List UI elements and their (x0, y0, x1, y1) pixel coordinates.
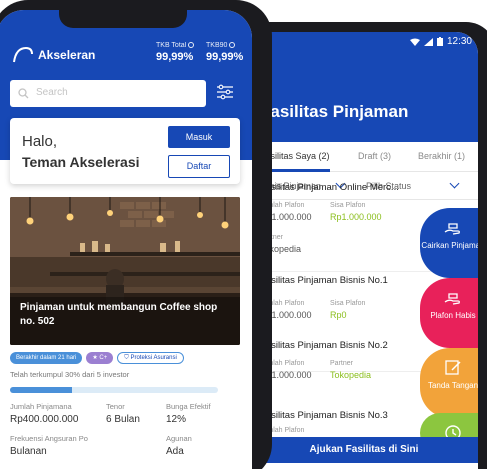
funding-progress-bar (10, 387, 218, 393)
logo-text: Akseleran (38, 48, 96, 62)
search-icon (18, 88, 29, 99)
loan-card[interactable]: Fasilitas Pinjaman Online Merc... Jumlah… (250, 172, 478, 278)
hand-money-icon (444, 293, 460, 305)
filter-icon[interactable] (216, 83, 234, 101)
shield-icon: ⛉ (124, 355, 129, 361)
sisa-plafon-label: Sisa Plafon (330, 202, 366, 209)
tkb-total-value: 99,99% (156, 51, 194, 63)
stat-label: Tenor (106, 402, 125, 411)
register-button[interactable]: Daftar (168, 155, 230, 178)
tab-bar: Fasilitas Saya (2) Draft (3) Berakhir (1… (250, 142, 478, 172)
stat-label: Agunan (166, 434, 192, 443)
stat-value: 6 Bulan (106, 414, 140, 425)
insurance-badge: ⛉ Proteksi Asuransi (117, 352, 184, 364)
funded-text: Telah terkumpul 30% dari 5 investor (10, 370, 130, 379)
stat-label: Bunga Efektif (166, 402, 211, 411)
funding-progress-fill (10, 387, 73, 393)
logo-icon (13, 46, 33, 63)
tkb-total-label: TKB Total (156, 42, 195, 49)
badge-label: Plafon Habis (430, 311, 476, 320)
status-time: 12:30 (446, 36, 472, 47)
greeting-line2: Teman Akselerasi (22, 154, 140, 170)
partner-value: Tokopedia (330, 370, 372, 380)
battery-icon (436, 37, 443, 46)
grade-badge: ★ C+ (86, 352, 114, 364)
back-phone-screen: 12:30 Fasilitas Pinjaman Fasilitas Saya … (250, 32, 478, 469)
front-phone-screen: Akseleran TKB Total 99,99% TKB90 99,99% … (0, 10, 252, 469)
plafon-habis-badge[interactable]: Plafon Habis (420, 278, 478, 348)
badge-label: Cairkan Pinjaman (421, 241, 478, 250)
loan-tags: Berakhir dalam 21 hari ★ C+ ⛉ Proteksi A… (10, 352, 184, 364)
loan-name: Fasilitas Pinjaman Online Merc... (260, 182, 399, 193)
info-icon[interactable] (229, 42, 236, 49)
tab-berakhir[interactable]: Berakhir (1) (418, 151, 465, 161)
signal-icon (423, 37, 433, 46)
loan-name: Fasilitas Pinjaman Bisnis No.2 (260, 340, 388, 351)
stat-value: Bulanan (10, 446, 47, 457)
tkb90-label: TKB90 (206, 42, 243, 49)
badge-label: Tanda Tangan (427, 381, 478, 390)
loan-name: Fasilitas Pinjaman Bisnis No.1 (260, 275, 388, 286)
status-bar: 12:30 (250, 32, 478, 52)
greeting-card: Halo, Teman Akselerasi Masuk Daftar (10, 118, 240, 184)
search-placeholder: Search (36, 87, 68, 98)
info-icon[interactable] (188, 42, 195, 49)
tkb90-value: 99,99% (206, 51, 244, 63)
stat-label: Frekuensi Angsuran Po (10, 434, 88, 443)
sisa-plafon-label: Sisa Plafon (330, 300, 366, 307)
login-button[interactable]: Masuk (168, 126, 230, 148)
loan-name: Fasilitas Pinjaman Bisnis No.3 (260, 410, 388, 421)
cairkan-pinjaman-button[interactable]: Cairkan Pinjaman (420, 208, 478, 278)
sisa-plafon-value: Rp0 (330, 310, 347, 320)
page-title: Fasilitas Pinjaman (260, 102, 409, 121)
loan-title: Pinjaman untuk membangun Coffee shop no.… (20, 302, 218, 327)
tkb-total: TKB Total 99,99% (156, 42, 195, 63)
stat-value: Rp400.000.000 (10, 414, 79, 425)
stat-label: Jumlah Pinjamana (10, 402, 72, 411)
stat-value: Ada (166, 446, 184, 457)
partner-label: Partner (330, 360, 353, 367)
ajukan-fasilitas-button[interactable]: Ajukan Fasilitas di Sini (250, 437, 478, 463)
tkb90: TKB90 99,99% (206, 42, 243, 63)
stat-value: 12% (166, 414, 187, 425)
search-input[interactable]: Search (10, 80, 206, 107)
loan-photo[interactable]: Pinjaman untuk membangun Coffee shop no.… (10, 197, 240, 345)
wifi-icon (409, 38, 420, 46)
back-header: Fasilitas Pinjaman (250, 52, 478, 142)
hand-money-icon (444, 223, 460, 235)
phone-notch (59, 10, 187, 28)
greeting-line1: Halo, (22, 133, 58, 150)
front-phone-frame: Akseleran TKB Total 99,99% TKB90 99,99% … (0, 0, 272, 469)
tab-draft[interactable]: Draft (3) (358, 151, 391, 161)
sisa-plafon-value: Rp1.000.000 (330, 212, 382, 222)
deadline-badge: Berakhir dalam 21 hari (10, 352, 83, 364)
pen-icon (445, 360, 461, 375)
akseleran-logo: Akseleran (12, 46, 95, 64)
